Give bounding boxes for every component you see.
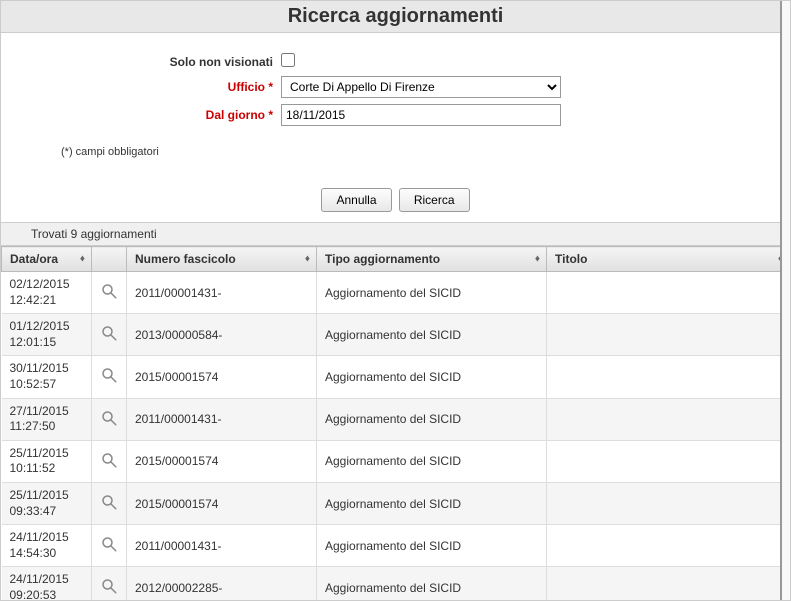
ricerca-button[interactable]: Ricerca [399,188,470,212]
cell-data-ora: 24/11/201509:20:53 [2,567,92,601]
cell-titolo [547,356,790,398]
table-row: 24/11/201514:54:30 2011/00001431-Aggiorna… [2,525,790,567]
scrollbar-track [780,1,790,600]
search-form: Solo non visionati Ufficio * Corte Di Ap… [1,33,790,168]
table-row: 24/11/201509:20:53 2012/00002285-Aggiorna… [2,567,790,601]
results-table-container: Data/ora ♦ Numero fascicolo ♦ Tipo aggio… [1,246,790,601]
cell-data-ora: 25/11/201509:33:47 [2,482,92,524]
mandatory-note: (*) campi obbligatori [61,146,730,158]
ufficio-label: Ufficio * [61,80,281,94]
cell-detail-icon[interactable] [92,567,127,601]
table-row: 27/11/201511:27:50 2011/00001431-Aggiorna… [2,398,790,440]
sort-icon: ♦ [535,254,540,265]
cell-numero-fascicolo: 2015/00001574 [127,356,317,398]
sort-icon: ♦ [305,254,310,265]
cell-numero-fascicolo: 2011/00001431- [127,398,317,440]
cell-detail-icon[interactable] [92,482,127,524]
cell-numero-fascicolo: 2011/00001431- [127,525,317,567]
cell-data-ora: 01/12/201512:01:15 [2,314,92,356]
cell-data-ora: 30/11/201510:52:57 [2,356,92,398]
cell-detail-icon[interactable] [92,398,127,440]
cell-titolo [547,482,790,524]
magnifier-icon[interactable] [100,535,118,553]
magnifier-icon[interactable] [100,493,118,511]
cell-titolo [547,567,790,601]
cell-data-ora: 27/11/201511:27:50 [2,398,92,440]
cell-tipo-aggiornamento: Aggiornamento del SICID [317,440,547,482]
cell-titolo [547,272,790,314]
cell-tipo-aggiornamento: Aggiornamento del SICID [317,482,547,524]
cell-titolo [547,440,790,482]
column-numero-fascicolo[interactable]: Numero fascicolo ♦ [127,247,317,272]
page-title: Ricerca aggiornamenti [288,5,504,27]
column-titolo[interactable]: Titolo ♦ [547,247,790,272]
cell-tipo-aggiornamento: Aggiornamento del SICID [317,567,547,601]
cell-tipo-aggiornamento: Aggiornamento del SICID [317,525,547,567]
cell-numero-fascicolo: 2015/00001574 [127,440,317,482]
magnifier-icon[interactable] [100,451,118,469]
dal-giorno-label: Dal giorno * [61,108,281,122]
cell-titolo [547,525,790,567]
cell-data-ora: 24/11/201514:54:30 [2,525,92,567]
table-row: 30/11/201510:52:57 2015/00001574Aggiornam… [2,356,790,398]
table-row: 01/12/201512:01:15 2013/00000584-Aggiorna… [2,314,790,356]
column-icon [92,247,127,272]
table-row: 02/12/201512:42:21 2011/00001431-Aggiorna… [2,272,790,314]
cell-data-ora: 02/12/201512:42:21 [2,272,92,314]
cell-tipo-aggiornamento: Aggiornamento del SICID [317,272,547,314]
cell-numero-fascicolo: 2013/00000584- [127,314,317,356]
cell-tipo-aggiornamento: Aggiornamento del SICID [317,356,547,398]
magnifier-icon[interactable] [100,366,118,384]
magnifier-icon[interactable] [100,324,118,342]
ufficio-select[interactable]: Corte Di Appello Di Firenze [281,76,561,98]
column-data-ora[interactable]: Data/ora ♦ [2,247,92,272]
table-row: 25/11/201510:11:52 2015/00001574Aggiornam… [2,440,790,482]
table-row: 25/11/201509:33:47 2015/00001574Aggiornam… [2,482,790,524]
magnifier-icon[interactable] [100,577,118,595]
cell-data-ora: 25/11/201510:11:52 [2,440,92,482]
magnifier-icon[interactable] [100,282,118,300]
cell-tipo-aggiornamento: Aggiornamento del SICID [317,314,547,356]
solo-non-visionati-label: Solo non visionati [61,55,281,69]
annulla-button[interactable]: Annulla [321,188,391,212]
solo-non-visionati-checkbox[interactable] [281,53,295,67]
cell-numero-fascicolo: 2011/00001431- [127,272,317,314]
cell-tipo-aggiornamento: Aggiornamento del SICID [317,398,547,440]
header-bar: Ricerca aggiornamenti [1,1,790,33]
results-table: Data/ora ♦ Numero fascicolo ♦ Tipo aggio… [1,246,790,601]
sort-icon: ♦ [80,254,85,265]
cell-detail-icon[interactable] [92,314,127,356]
cell-detail-icon[interactable] [92,440,127,482]
button-row: Annulla Ricerca [1,188,790,212]
dal-giorno-input[interactable] [281,104,561,126]
cell-titolo [547,398,790,440]
cell-numero-fascicolo: 2015/00001574 [127,482,317,524]
cell-detail-icon[interactable] [92,525,127,567]
magnifier-icon[interactable] [100,409,118,427]
cell-numero-fascicolo: 2012/00002285- [127,567,317,601]
cell-detail-icon[interactable] [92,272,127,314]
result-count-top: Trovati 9 aggiornamenti [1,222,790,246]
column-tipo-aggiornamento[interactable]: Tipo aggiornamento ♦ [317,247,547,272]
cell-detail-icon[interactable] [92,356,127,398]
cell-titolo [547,314,790,356]
